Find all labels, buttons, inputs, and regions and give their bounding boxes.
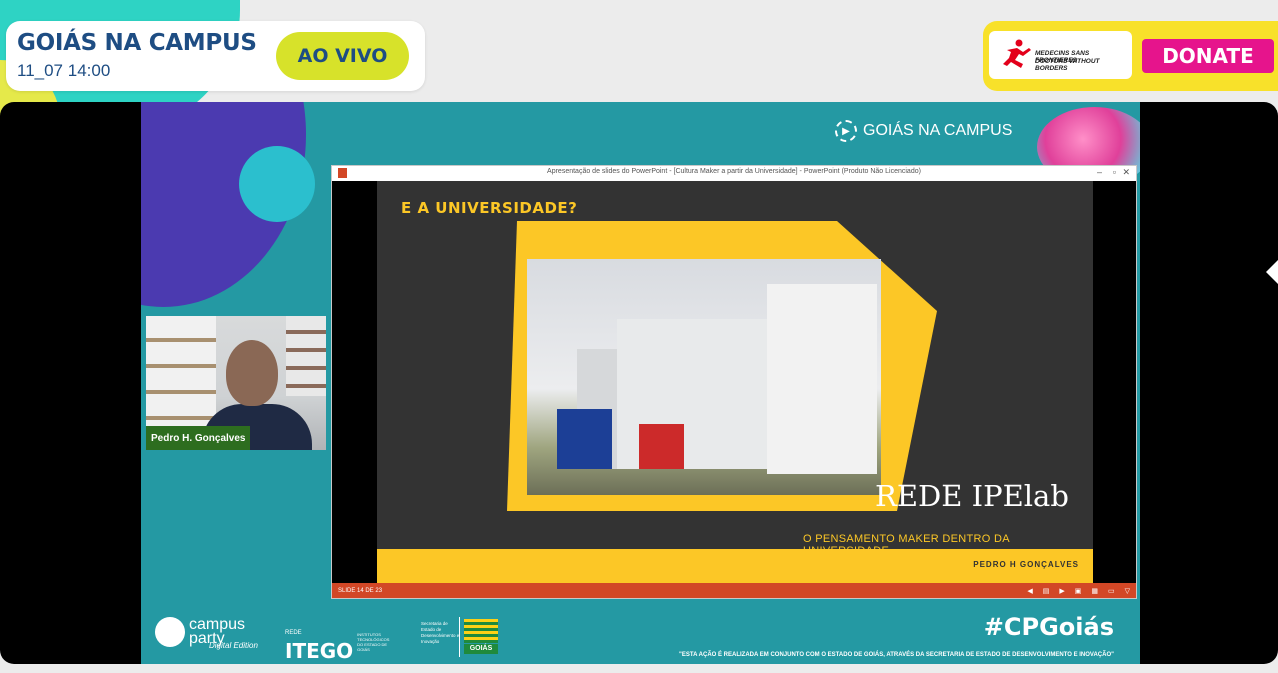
stage-footer: campus party Digital Edition REDE ITEGO … <box>141 607 1140 664</box>
speaker-head <box>226 340 278 406</box>
photo-building-blue-wall <box>557 409 612 469</box>
donate-card: MEDECINS SANS FRONTIERES DOCTORS WITHOUT… <box>983 21 1278 91</box>
notes-icon[interactable]: ▤ <box>1043 587 1050 595</box>
powerpoint-window: Apresentação de slides do PowerPoint - [… <box>331 165 1137 599</box>
event-title-card: GOIÁS NA CAMPUS 11_07 14:00 AO VIVO <box>6 21 425 91</box>
slide-viewport: E A UNIVERSIDADE? REDE IPElab O PENSAMEN… <box>332 181 1136 585</box>
powerpoint-statusbar: SLIDE 14 DE 23 ◀ ▤ ▶ ▣ ▦ ▭ ▽ <box>332 583 1136 598</box>
webcam-bookshelf-right <box>286 316 326 396</box>
next-slide-icon[interactable]: ▶ <box>1059 587 1064 595</box>
previous-slide-icon[interactable]: ◀ <box>1027 587 1032 595</box>
event-datetime: 11_07 14:00 <box>17 61 111 80</box>
slide-big-text: REDE IPElab <box>875 479 1069 513</box>
stage-brand-text: GOIÁS NA CAMPUS <box>863 122 1013 139</box>
play-circle-icon: ▶ <box>835 120 857 142</box>
goias-name: GOIÁS <box>464 644 498 654</box>
itego-desc: INSTITUTOS TECNOLÓGICOS DO ESTADO DE GOI… <box>357 632 390 652</box>
msf-name-en: DOCTORS WITHOUT BORDERS <box>1035 58 1100 72</box>
goias-flag-icon <box>464 619 498 643</box>
speaker-webcam: Pedro H. Gonçalves <box>146 316 326 450</box>
secretaria-text: Secretaria de Estado de Desenvolvimento … <box>421 621 460 644</box>
disclaimer: "ESTA AÇÃO É REALIZADA EM CONJUNTO COM O… <box>679 652 1114 658</box>
stage-brand-logo: ▶ GOIÁS NA CAMPUS <box>835 120 1012 142</box>
goias-logo: GOIÁS <box>459 617 498 657</box>
campus-party-circle-icon <box>155 617 185 647</box>
close-icon[interactable]: ✕ <box>1122 167 1130 178</box>
campus-party-digital: Digital Edition <box>209 641 258 650</box>
slide-sorter-icon[interactable]: ▦ <box>1091 587 1098 595</box>
msf-logo[interactable]: MEDECINS SANS FRONTIERES DOCTORS WITHOUT… <box>989 31 1132 79</box>
powerpoint-titlebar: Apresentação de slides do PowerPoint - [… <box>332 166 1136 181</box>
slideshow-icon[interactable]: ▽ <box>1125 587 1130 595</box>
photo-building-right <box>767 284 877 474</box>
msf-running-man-icon <box>1003 39 1031 68</box>
slide-counter: SLIDE 14 DE 23 <box>338 587 383 594</box>
minimize-icon[interactable]: – <box>1097 167 1102 177</box>
powerpoint-window-title: Apresentação de slides do PowerPoint - [… <box>547 168 921 175</box>
event-title: GOIÁS NA CAMPUS <box>17 30 257 56</box>
photo-building-red-door <box>639 424 684 469</box>
reading-view-icon[interactable]: ▭ <box>1108 587 1115 595</box>
decor-cyan-circle <box>239 146 315 222</box>
current-slide[interactable]: E A UNIVERSIDADE? REDE IPElab O PENSAMEN… <box>377 181 1093 585</box>
itego-rede: REDE <box>285 630 302 636</box>
hashtag: #CPGoiás <box>983 613 1114 641</box>
speaker-name-tag: Pedro H. Gonçalves <box>146 426 251 450</box>
normal-view-icon[interactable]: ▣ <box>1075 587 1082 595</box>
restore-icon[interactable]: ▫ <box>1113 167 1116 177</box>
slide-building-photo <box>527 259 881 495</box>
itego-logo: REDE ITEGO INSTITUTOS TECNOLÓGICOS DO ES… <box>285 621 390 663</box>
slide-author-band: PEDRO H GONÇALVES <box>377 549 1093 585</box>
chevron-left-icon[interactable] <box>1258 250 1278 294</box>
donate-button[interactable]: DONATE <box>1142 39 1274 73</box>
slide-heading: E A UNIVERSIDADE? <box>401 199 578 217</box>
live-badge-button[interactable]: AO VIVO <box>276 32 409 80</box>
slide-author: PEDRO H GONÇALVES <box>973 560 1079 569</box>
stream-stage: ▶ GOIÁS NA CAMPUS Pedro H. Gonçalves Apr… <box>141 102 1140 664</box>
itego-name: ITEGO <box>285 639 354 663</box>
video-player[interactable]: ▶ GOIÁS NA CAMPUS Pedro H. Gonçalves Apr… <box>0 102 1278 664</box>
